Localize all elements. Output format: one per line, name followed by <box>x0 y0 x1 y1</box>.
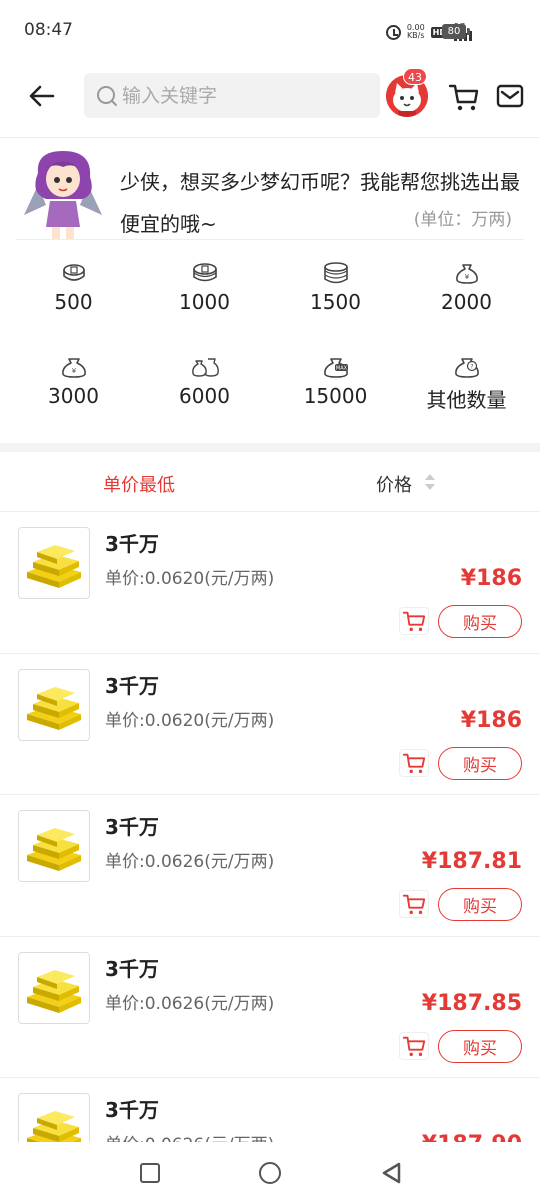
gold-bars-thumbnail <box>18 527 90 599</box>
unit-note: (单位：万两) <box>413 210 512 230</box>
nav-back-icon[interactable] <box>380 1161 402 1185</box>
gold-bars-thumbnail <box>18 810 90 882</box>
add-to-cart-icon[interactable] <box>399 607 429 635</box>
amount-option[interactable]: 1000 <box>139 262 270 330</box>
product-unit-price: 单价:0.0626(元/万两) <box>105 852 275 872</box>
message-icon[interactable] <box>496 83 524 109</box>
gold-bars-icon <box>27 969 81 1013</box>
gold-bars-icon <box>27 1111 81 1142</box>
product-unit-price: 单价:0.0620(元/万两) <box>105 710 275 731</box>
gold-bars-thumbnail <box>18 668 90 741</box>
recent-apps-icon[interactable] <box>140 1163 160 1183</box>
money-bag-question-icon: ? <box>454 358 479 378</box>
amount-label: 15000 <box>303 384 368 408</box>
search-input[interactable] <box>122 84 362 107</box>
amount-grid: 500 1000 1500 ¥ 2000 ¥ 3000 6000 MAX 150… <box>8 262 532 424</box>
amount-label: 其他数量 <box>426 388 507 412</box>
section-divider <box>0 443 540 452</box>
money-bags-icon <box>191 358 219 377</box>
add-to-cart-icon[interactable] <box>399 890 429 918</box>
buy-button[interactable]: 购买 <box>438 888 522 921</box>
sort-price-tab[interactable]: 价格 <box>376 471 412 497</box>
product-row[interactable]: 3千万 单价:0.0626(元/万两) ¥187.90 购买 <box>0 1078 540 1142</box>
system-nav-bar <box>0 1142 540 1204</box>
status-time: 08:47 <box>24 20 73 40</box>
product-title: 3千万 <box>105 1098 159 1122</box>
product-price: ¥187.90 <box>422 1132 522 1142</box>
product-row[interactable]: 3千万 单价:0.0620(元/万两) ¥186 购买 <box>0 654 540 795</box>
header: 43 <box>0 60 540 138</box>
amount-label: 1000 <box>179 290 230 314</box>
product-row[interactable]: 3千万 单价:0.0626(元/万两) ¥187.85 购买 <box>0 937 540 1078</box>
alarm-icon <box>385 24 401 40</box>
product-list: 3千万 单价:0.0620(元/万两) ¥186 购买 3千万 单价:0.062… <box>0 512 540 1142</box>
mascot-character-icon <box>24 151 102 239</box>
money-bag-max-icon: MAX <box>323 358 348 378</box>
status-bar: 08:47 0.00 KB/s HD 5G 80 <box>0 0 540 60</box>
amount-label: 500 <box>54 290 93 314</box>
coin-stack-icon <box>192 263 217 282</box>
buy-button[interactable]: 购买 <box>438 605 522 638</box>
amount-label: 6000 <box>179 384 230 408</box>
search-box[interactable] <box>84 73 380 118</box>
net-speed-unit: KB/s <box>406 31 425 40</box>
battery-icon: 80 <box>442 24 470 39</box>
add-to-cart-icon[interactable] <box>399 1031 429 1060</box>
product-price: ¥187.81 <box>421 849 522 874</box>
amount-label: 2000 <box>441 290 492 314</box>
amount-option[interactable]: 500 <box>8 262 139 330</box>
product-title: 3千万 <box>105 532 159 556</box>
coin-stack-large-icon <box>323 262 348 284</box>
amount-option[interactable]: ¥ 3000 <box>8 356 139 424</box>
product-unit-price: 单价:0.0620(元/万两) <box>105 569 275 589</box>
coin-stack-small-icon <box>62 264 85 281</box>
gold-bars-icon <box>27 686 81 730</box>
battery-level: 80 <box>447 26 461 37</box>
add-to-cart-icon[interactable] <box>399 748 429 777</box>
sort-bar: 单价最低 价格 <box>0 452 540 512</box>
divider <box>16 239 524 240</box>
sort-arrows-icon[interactable] <box>424 472 436 492</box>
gold-bars-thumbnail <box>18 1093 90 1142</box>
home-icon[interactable] <box>259 1162 281 1184</box>
intro-message: 少侠，想买多少梦幻币呢？我能帮您挑选出最便宜的哦~ <box>120 170 520 236</box>
gold-bars-thumbnail <box>18 951 90 1024</box>
product-unit-price: 单价:0.0626(元/万两) <box>105 1130 274 1142</box>
svg-text:MAX: MAX <box>335 366 347 372</box>
product-title: 3千万 <box>105 815 159 839</box>
svg-text:¥: ¥ <box>464 273 469 281</box>
product-unit-price: 单价:0.0626(元/万两) <box>105 993 275 1014</box>
product-title: 3千万 <box>105 956 159 981</box>
net-speed: 0.00 KB/s <box>407 24 425 40</box>
cart-icon[interactable] <box>448 82 480 112</box>
amount-option[interactable]: ¥ 2000 <box>401 262 532 330</box>
amount-option[interactable]: ? 其他数量 <box>401 356 532 424</box>
money-bag-icon: ¥ <box>455 264 478 284</box>
gold-bars-icon <box>27 828 81 871</box>
amount-label: 1500 <box>310 290 361 314</box>
amount-label: 3000 <box>48 384 99 408</box>
product-title: 3千万 <box>105 673 159 698</box>
svg-text:?: ? <box>470 364 473 371</box>
amount-option[interactable]: 6000 <box>139 356 270 424</box>
product-price: ¥186 <box>460 707 522 733</box>
search-icon <box>97 85 117 106</box>
product-price: ¥187.85 <box>421 990 522 1016</box>
buy-button[interactable]: 购买 <box>438 1029 522 1063</box>
product-row[interactable]: 3千万 单价:0.0620(元/万两) ¥186 购买 <box>0 512 540 654</box>
product-price: ¥186 <box>460 566 522 591</box>
product-row[interactable]: 3千万 单价:0.0626(元/万两) ¥187.81 购买 <box>0 795 540 937</box>
svg-text:¥: ¥ <box>71 367 76 375</box>
money-bag-icon: ¥ <box>61 358 86 378</box>
gold-bars-icon <box>27 545 81 588</box>
buy-button[interactable]: 购买 <box>438 746 522 780</box>
amount-option[interactable]: MAX 15000 <box>270 356 401 424</box>
notification-badge: 43 <box>403 68 427 85</box>
intro-banner: 少侠，想买多少梦幻币呢？我能帮您挑选出最便宜的哦~ (单位：万两) <box>0 139 540 239</box>
sort-lowest-unit-price-tab[interactable]: 单价最低 <box>103 471 175 497</box>
back-arrow-icon[interactable] <box>26 80 58 112</box>
amount-option[interactable]: 1500 <box>270 262 401 330</box>
